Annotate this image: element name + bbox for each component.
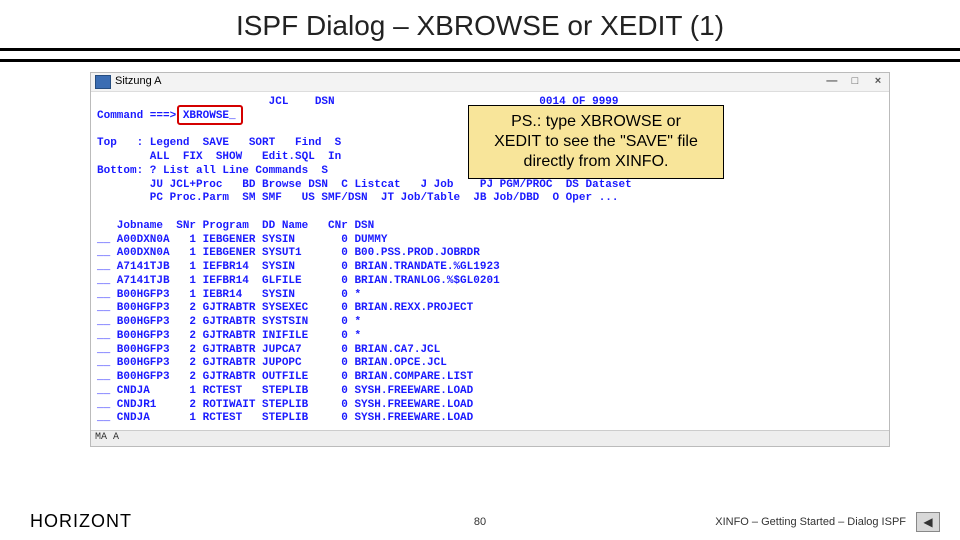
app-icon bbox=[95, 75, 111, 89]
table-row[interactable]: __ CNDJR1 2 ROTIWAIT STEPLIB 0 SYSH.FREE… bbox=[97, 399, 473, 411]
table-row[interactable]: __ B00HGFP3 2 GJTRABTR JUPOPC 0 BRIAN.OP… bbox=[97, 357, 447, 369]
brand-label: HORIZONT bbox=[0, 511, 132, 532]
table-row[interactable]: __ CNDJA 1 RCTEST STEPLIB 0 SYSH.FREEWAR… bbox=[97, 412, 473, 424]
footer: HORIZONT 80 XINFO – Getting Started – Di… bbox=[0, 511, 960, 532]
table-row[interactable]: __ CNDJA 1 RCTEST STEPLIB 0 SYSH.FREEWAR… bbox=[97, 385, 473, 397]
close-button[interactable]: × bbox=[871, 75, 885, 89]
command-label: Command ===> bbox=[97, 110, 176, 122]
table-row[interactable]: __ B00HGFP3 2 GJTRABTR INIFILE 0 * bbox=[97, 330, 361, 342]
page-number: 80 bbox=[474, 516, 486, 528]
prev-icon[interactable]: ◀ bbox=[916, 512, 940, 532]
window-titlebar: Sitzung A — □ × bbox=[91, 73, 889, 92]
table-row[interactable]: __ A7141TJB 1 IEFBR14 SYSIN 0 BRIAN.TRAN… bbox=[97, 261, 500, 273]
page-title: ISPF Dialog – XBROWSE or XEDIT (1) bbox=[0, 0, 960, 48]
footer-right-label: XINFO – Getting Started – Dialog ISPF bbox=[715, 516, 906, 528]
table-row[interactable]: __ B00HGFP3 2 GJTRABTR SYSTSIN 0 * bbox=[97, 316, 361, 328]
table-row[interactable]: __ A00DXN0A 1 IEBGENER SYSUT1 0 B00.PSS.… bbox=[97, 247, 480, 259]
divider bbox=[0, 48, 960, 51]
table-row[interactable]: __ A7141TJB 1 IEFBR14 GLFILE 0 BRIAN.TRA… bbox=[97, 275, 500, 287]
command-input[interactable]: XBROWSE_ bbox=[183, 110, 236, 122]
table-row[interactable]: __ B00HGFP3 1 IEBR14 SYSIN 0 * bbox=[97, 289, 361, 301]
maximize-button[interactable]: □ bbox=[848, 75, 862, 89]
table-row[interactable]: __ B00HGFP3 2 GJTRABTR OUTFILE 0 BRIAN.C… bbox=[97, 371, 473, 383]
divider bbox=[0, 59, 960, 62]
status-bar: MA A bbox=[91, 430, 889, 446]
callout-note: PS.: type XBROWSE or XEDIT to see the "S… bbox=[468, 105, 724, 179]
minimize-button[interactable]: — bbox=[825, 75, 839, 89]
table-row[interactable]: __ A00DXN0A 1 IEBGENER SYSIN 0 DUMMY bbox=[97, 234, 387, 246]
table-row[interactable]: __ B00HGFP3 2 GJTRABTR JUPCA7 0 BRIAN.CA… bbox=[97, 344, 440, 356]
column-header: Jobname SNr Program DD Name CNr DSN bbox=[97, 220, 374, 232]
session-label: Sitzung A bbox=[115, 75, 161, 89]
table-row[interactable]: __ B00HGFP3 2 GJTRABTR SYSEXEC 0 BRIAN.R… bbox=[97, 302, 473, 314]
